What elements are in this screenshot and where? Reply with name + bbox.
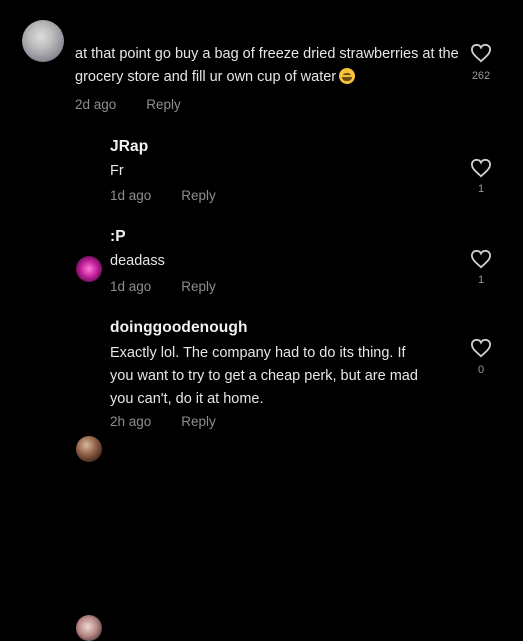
heart-outline-icon[interactable] xyxy=(470,43,492,63)
like-count: 1 xyxy=(477,183,485,195)
comment-text: at that point go buy a bag of freeze dri… xyxy=(75,46,459,85)
username[interactable]: doinggoodenough xyxy=(110,319,248,337)
reply-button[interactable]: Reply xyxy=(146,97,181,112)
comment-reply: doinggoodenough Exactly lol. The company… xyxy=(0,300,523,641)
heart-outline-icon[interactable] xyxy=(470,249,492,269)
comment-top-level: at that point go buy a bag of freeze dri… xyxy=(0,0,523,120)
comment-time: 1d ago xyxy=(110,279,152,294)
avatar[interactable] xyxy=(76,615,102,641)
heart-outline-icon[interactable] xyxy=(470,338,492,358)
comment-time: 2d ago xyxy=(75,97,117,112)
comment-text: deadass xyxy=(110,253,165,269)
like-count: 0 xyxy=(477,364,485,376)
avatar[interactable] xyxy=(22,20,64,62)
username[interactable]: :P xyxy=(110,228,126,246)
heart-outline-icon[interactable] xyxy=(470,158,492,178)
reply-button[interactable]: Reply xyxy=(181,188,216,203)
comment-meta: 1d ago Reply xyxy=(110,279,216,294)
reply-button[interactable]: Reply xyxy=(181,279,216,294)
like-count: 1 xyxy=(477,274,485,286)
comment-meta: 1d ago Reply xyxy=(110,188,216,203)
comment-time: 2h ago xyxy=(110,414,152,429)
username[interactable]: JRap xyxy=(110,138,148,156)
comment-reply: JRap Fr 1d ago Reply 1 xyxy=(0,120,523,282)
crying-face-emoji xyxy=(339,68,356,84)
like-count: 262 xyxy=(471,70,491,82)
reply-button[interactable]: Reply xyxy=(181,414,216,429)
comment-meta: 2h ago Reply xyxy=(110,414,216,429)
comment-time: 1d ago xyxy=(110,188,152,203)
comment-meta: 2d ago Reply xyxy=(75,97,181,112)
comment-text: Exactly lol. The company had to do its t… xyxy=(110,345,418,407)
comment-text: Fr xyxy=(110,163,124,179)
comment-reply: :P deadass 1d ago Reply 1 xyxy=(0,210,523,462)
avatar[interactable] xyxy=(76,436,102,462)
